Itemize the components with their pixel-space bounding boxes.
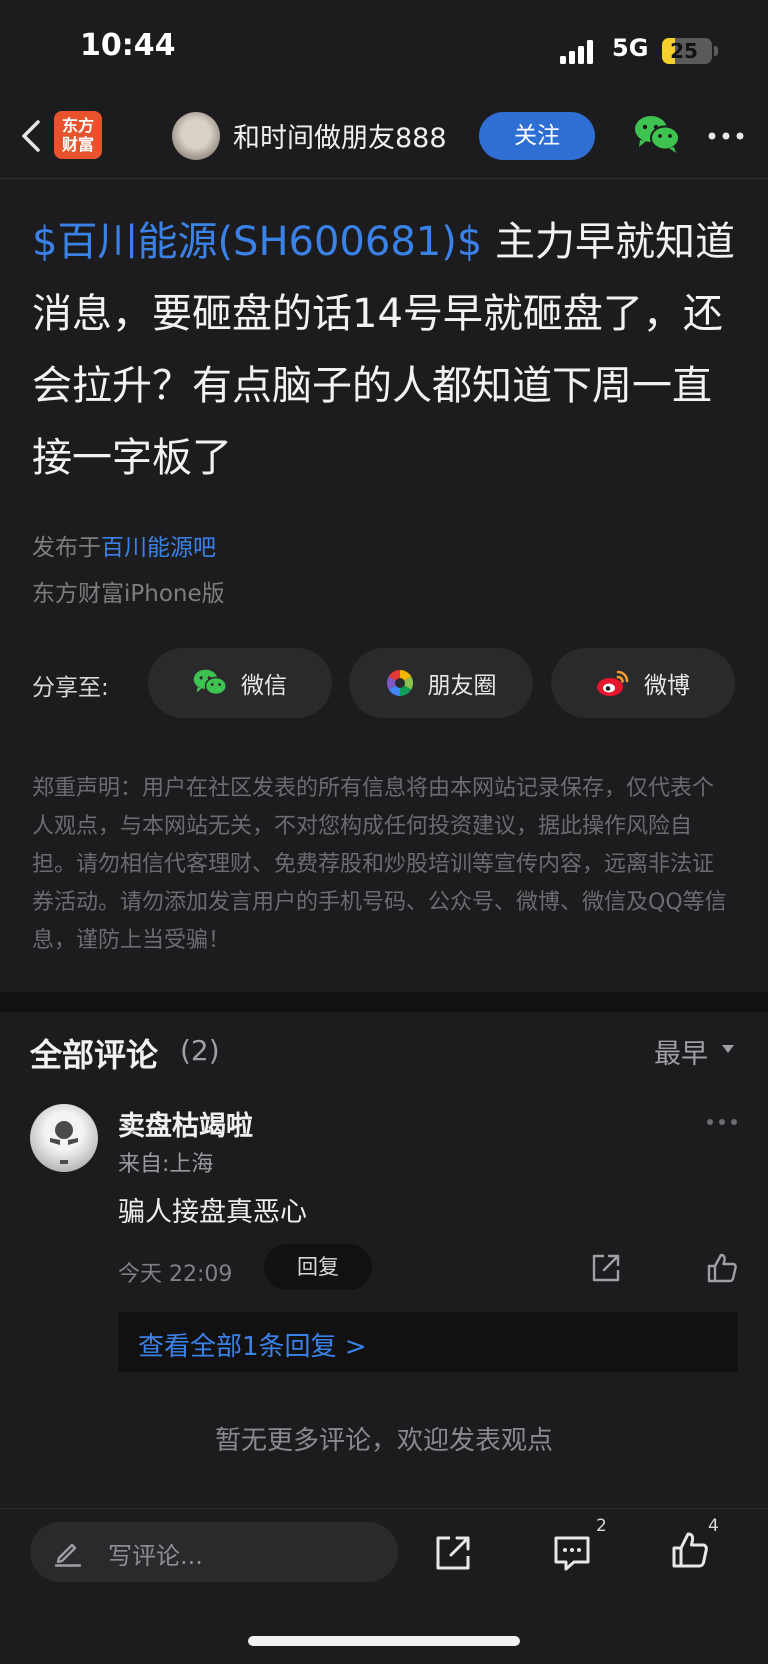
publish-prefix: 发布于 (32, 535, 101, 561)
share-icon[interactable] (434, 1534, 472, 1572)
section-divider (0, 992, 768, 1012)
moments-icon (386, 669, 413, 697)
more-icon[interactable] (708, 132, 744, 140)
comment-text: 骗人接盘真恶心 (118, 1197, 307, 1228)
comment-count-badge: 2 (596, 1516, 607, 1536)
comment-placeholder[interactable]: 写评论... (108, 1536, 203, 1571)
share-wechat-button[interactable]: 微信 (148, 648, 332, 718)
wechat-icon (193, 669, 227, 696)
commenter-name[interactable]: 卖盘枯竭啦 (118, 1104, 253, 1143)
comments-count: (2) (180, 1034, 220, 1067)
home-indicator[interactable] (248, 1636, 520, 1646)
stock-tag-link[interactable]: $百川能源(SH600681)$ (32, 219, 482, 265)
share-icon[interactable] (590, 1252, 622, 1284)
commenter-avatar[interactable] (30, 1104, 98, 1172)
device-info: 东方财富iPhone版 (32, 581, 225, 607)
more-icon[interactable] (706, 1118, 738, 1126)
battery-cap (714, 46, 718, 56)
reply-button[interactable]: 回复 (264, 1244, 372, 1290)
share-option-label: 微博 (644, 673, 690, 699)
share-option-label: 微信 (241, 673, 287, 699)
view-all-replies-link[interactable]: 查看全部1条回复 > (118, 1312, 738, 1372)
app-logo-text: 东方 财富 (61, 116, 94, 154)
publish-info: 发布于百川能源吧 (32, 528, 216, 562)
network-label: 5G (612, 34, 649, 62)
pencil-icon (54, 1543, 82, 1567)
disclaimer-text: 郑重声明：用户在社区发表的所有信息将由本网站记录保存，仅代表个人观点，与本网站无… (32, 776, 727, 953)
sort-selector[interactable]: 最早 (654, 1032, 708, 1071)
post-content: $百川能源(SH600681)$ 主力早就知道消息，要砸盘的话14号早就砸盘了，… (32, 206, 738, 494)
status-time: 10:44 (80, 28, 176, 63)
comments-heading: 全部评论 (30, 1036, 159, 1074)
caret-down-icon[interactable] (722, 1045, 734, 1053)
no-more-comments: 暂无更多评论，欢迎发表观点 (214, 1426, 553, 1456)
share-label: 分享至: (32, 675, 109, 701)
comment-input[interactable] (30, 1522, 398, 1582)
battery-icon: 25 (662, 38, 712, 64)
nav-divider (0, 178, 768, 179)
commenter-location: 来自:上海 (118, 1152, 214, 1177)
view-replies-label: 查看全部1条回复 > (138, 1332, 367, 1362)
forum-link[interactable]: 百川能源吧 (101, 535, 216, 561)
author-username[interactable]: 和时间做朋友888 (233, 116, 447, 155)
back-icon[interactable] (18, 116, 46, 156)
share-option-label: 朋友圈 (427, 673, 497, 699)
like-icon[interactable] (706, 1252, 738, 1284)
wechat-icon[interactable] (634, 114, 680, 154)
signal-icon (560, 40, 593, 64)
share-weibo-button[interactable]: 微博 (551, 648, 735, 718)
battery-percent: 25 (670, 39, 698, 63)
comment-icon[interactable] (552, 1534, 592, 1572)
app-logo[interactable]: 东方 财富 (54, 111, 102, 159)
weibo-icon (597, 670, 629, 696)
author-avatar[interactable] (172, 112, 220, 160)
follow-button[interactable]: 关注 (479, 112, 595, 160)
share-moments-button[interactable]: 朋友圈 (349, 648, 533, 718)
like-icon[interactable] (670, 1530, 710, 1570)
avatar-figure (50, 1121, 78, 1164)
like-count-badge: 4 (708, 1516, 719, 1536)
comment-time: 今天 22:09 (118, 1262, 233, 1287)
